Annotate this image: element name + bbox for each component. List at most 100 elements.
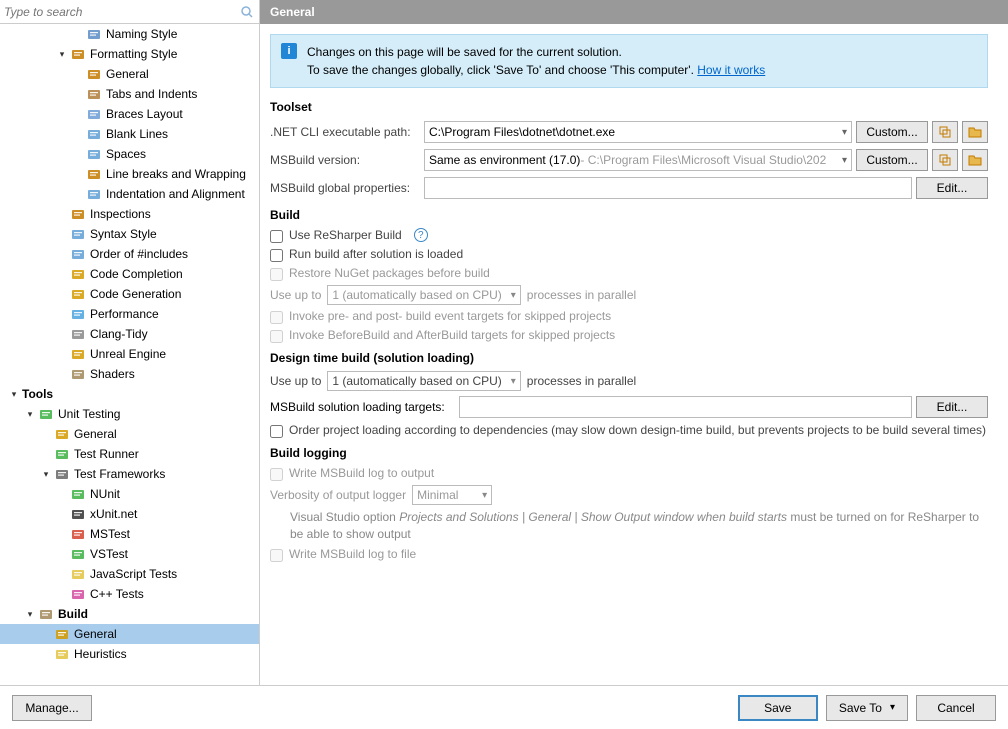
tab-icon [86,86,102,102]
tree-item-mstest[interactable]: MSTest [0,524,259,544]
tree-item-unit-testing[interactable]: ▾ Unit Testing [0,404,259,424]
tree-item-tools[interactable]: ▾Tools [0,384,259,404]
expand-arrow-icon[interactable]: ▾ [56,48,68,60]
tree-item-xunit-net[interactable]: xUnit.net [0,504,259,524]
cancel-button[interactable]: Cancel [916,695,996,721]
tree-item-naming-style[interactable]: Naming Style [0,24,259,44]
expand-arrow-icon[interactable]: ▾ [24,408,36,420]
tree-item-code-generation[interactable]: Code Generation [0,284,259,304]
expand-arrow-icon[interactable]: ▾ [24,608,36,620]
page-title: General [270,5,315,19]
run-after-load-checkbox[interactable] [270,249,283,262]
msbuild-browse-button[interactable] [962,149,988,171]
gen-icon [86,66,102,82]
cmp-icon [70,266,86,282]
expand-arrow-icon [56,268,68,280]
expand-arrow-icon [56,228,68,240]
ut-icon [38,406,54,422]
expand-arrow-icon [56,348,68,360]
tree-item-test-runner[interactable]: Test Runner [0,444,259,464]
expand-arrow-icon[interactable]: ▾ [8,388,20,400]
tree-item-spaces[interactable]: Spaces [0,144,259,164]
tree-item-heuristics[interactable]: Heuristics [0,644,259,664]
tree-item-unreal-engine[interactable]: Unreal Engine [0,344,259,364]
expand-arrow-icon [72,88,84,100]
tree-item-general[interactable]: General [0,424,259,444]
expand-arrow-icon [72,108,84,120]
sidebar: Naming Style▾Formatting StyleGeneralTabs… [0,0,260,685]
tree-item-test-frameworks[interactable]: ▾Test Frameworks [0,464,259,484]
cli-copy-button[interactable] [932,121,958,143]
order-projects-checkbox[interactable] [270,425,283,438]
build-parallel-select: 1 (automatically based on CPU) [327,285,520,305]
tree-item-order-of-includes[interactable]: Order of #includes [0,244,259,264]
tree-item-tabs-and-indents[interactable]: Tabs and Indents [0,84,259,104]
tree-item-c-tests[interactable]: C++ Tests [0,584,259,604]
dt-targets-input[interactable] [459,396,912,418]
tree-item-line-breaks-and-wrapping[interactable]: Line breaks and Wrapping [0,164,259,184]
tree-item-label: xUnit.net [90,507,259,521]
tree-item-build[interactable]: ▾Build [0,604,259,624]
fmt-icon [70,46,86,62]
write-file-label: Write MSBuild log to file [289,547,416,561]
tree-item-label: VSTest [90,547,259,561]
tree-item-general[interactable]: General [0,64,259,84]
cli-browse-button[interactable] [962,121,988,143]
tree-item-vstest[interactable]: VSTest [0,544,259,564]
tree-item-javascript-tests[interactable]: JavaScript Tests [0,564,259,584]
tree-item-inspections[interactable]: Inspections [0,204,259,224]
content: General i Changes on this page will be s… [260,0,1008,685]
ind-icon [86,186,102,202]
tree-item-performance[interactable]: Performance [0,304,259,324]
tree-item-general[interactable]: General [0,624,259,644]
msbuild-copy-button[interactable] [932,149,958,171]
search-icon[interactable] [239,4,255,20]
use-resharper-build-checkbox[interactable] [270,230,283,243]
save-button[interactable]: Save [738,695,818,721]
tree-item-label: Unit Testing [58,407,259,421]
manage-button[interactable]: Manage... [12,695,92,721]
tree-item-indentation-and-alignment[interactable]: Indentation and Alignment [0,184,259,204]
msbuild-custom-button[interactable]: Custom... [856,149,928,171]
tree-item-label: NUnit [90,487,259,501]
tree-item-label: Code Completion [90,267,259,281]
run-after-load-label: Run build after solution is loaded [289,247,463,261]
ord-icon [70,246,86,262]
expand-arrow-icon[interactable]: ▾ [40,468,52,480]
expand-arrow-icon [56,208,68,220]
section-designtime-title: Design time build (solution loading) [270,351,988,365]
dt-parallel-select[interactable]: 1 (automatically based on CPU) [327,371,520,391]
tree-item-formatting-style[interactable]: ▾Formatting Style [0,44,259,64]
expand-arrow-icon [72,128,84,140]
msbuild-global-edit-button[interactable]: Edit... [916,177,988,199]
cpt-icon [70,586,86,602]
tree-item-label: Performance [90,307,259,321]
expand-arrow-icon [72,188,84,200]
tree-item-syntax-style[interactable]: Syntax Style [0,224,259,244]
expand-arrow-icon [56,588,68,600]
order-projects-label: Order project loading according to depen… [289,423,986,437]
how-it-works-link[interactable]: How it works [697,63,765,77]
expand-arrow-icon [40,428,52,440]
tree-item-nunit[interactable]: NUnit [0,484,259,504]
cli-path-dropdown[interactable]: C:\Program Files\dotnet\dotnet.exe [424,121,852,143]
spc-icon [86,146,102,162]
search-input[interactable] [4,5,239,19]
tree-item-blank-lines[interactable]: Blank Lines [0,124,259,144]
section-build-title: Build [270,208,988,222]
tree-item-shaders[interactable]: Shaders [0,364,259,384]
cli-custom-button[interactable]: Custom... [856,121,928,143]
msbuild-version-dropdown[interactable]: Same as environment (17.0) - C:\Program … [424,149,852,171]
tree-item-label: JavaScript Tests [90,567,259,581]
tree-item-clang-tidy[interactable]: Clang-Tidy [0,324,259,344]
info-icon: i [281,43,297,59]
lbr-icon [86,166,102,182]
tree-item-code-completion[interactable]: Code Completion [0,264,259,284]
tree-item-label: Order of #includes [90,247,259,261]
save-to-button[interactable]: Save To [826,695,908,721]
msbuild-global-input[interactable] [424,177,912,199]
expand-arrow-icon [56,328,68,340]
dt-edit-button[interactable]: Edit... [916,396,988,418]
help-icon[interactable]: ? [414,228,428,242]
tree-item-braces-layout[interactable]: Braces Layout [0,104,259,124]
